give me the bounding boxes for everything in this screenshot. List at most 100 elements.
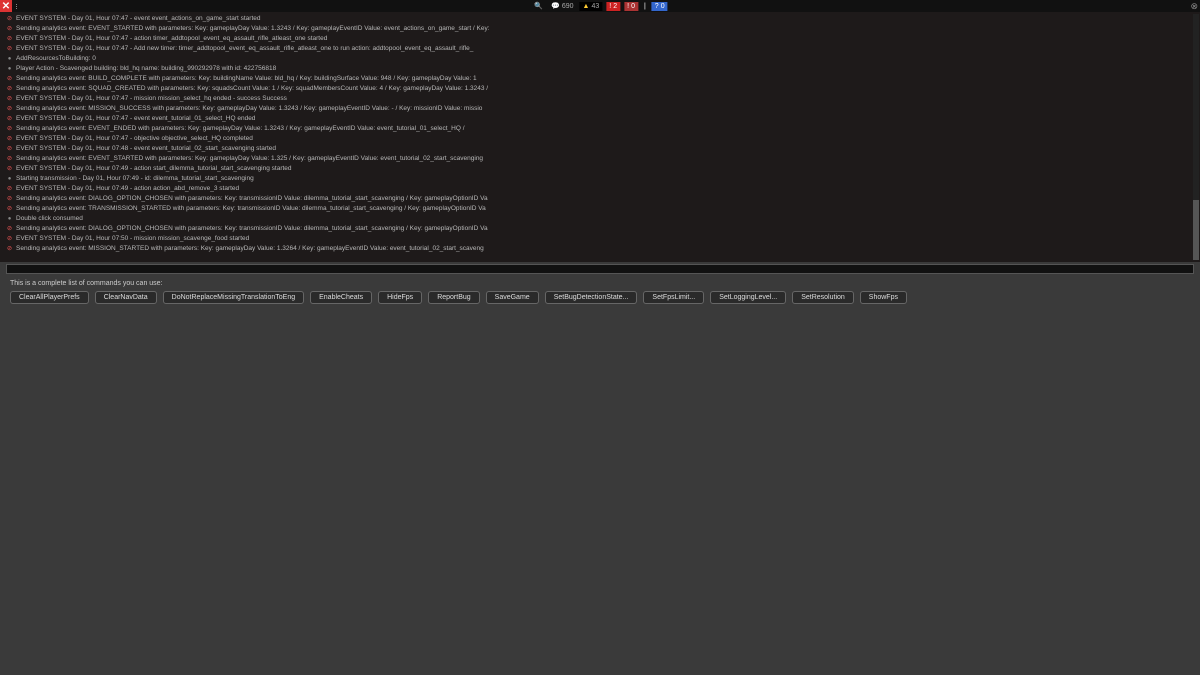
help-count: 0 — [661, 3, 665, 10]
error-counter[interactable]: ! 2 — [606, 2, 620, 11]
command-button-showfps[interactable]: ShowFps — [860, 291, 907, 304]
log-text: Sending analytics event: SQUAD_CREATED w… — [16, 84, 488, 94]
log-text: AddResourcesToBuilding: 0 — [16, 54, 96, 64]
console-input[interactable] — [6, 264, 1194, 274]
chat-count: 690 — [562, 3, 574, 10]
log-line[interactable]: ⊘EVENT SYSTEM - Day 01, Hour 07:47 - Add… — [6, 44, 1194, 54]
log-line[interactable]: ⊘EVENT SYSTEM - Day 01, Hour 07:48 - eve… — [6, 144, 1194, 154]
log-line[interactable]: ⊘Sending analytics event: EVENT_STARTED … — [6, 154, 1194, 164]
command-button-setbugdetectionstate-[interactable]: SetBugDetectionState... — [545, 291, 638, 304]
error-dot-icon: ⊘ — [6, 186, 13, 193]
log-text: EVENT SYSTEM - Day 01, Hour 07:47 - even… — [16, 114, 255, 124]
log-text: Sending analytics event: TRANSMISSION_ST… — [16, 204, 486, 214]
log-line[interactable]: ⊘Sending analytics event: TRANSMISSION_S… — [6, 204, 1194, 214]
log-line[interactable]: ⊘Sending analytics event: EVENT_STARTED … — [6, 24, 1194, 34]
log-text: Player Action - Scavenged building: bld_… — [16, 64, 276, 74]
warning-counter[interactable]: ▲ 43 — [580, 2, 603, 11]
error-dot-icon: ⊘ — [6, 166, 13, 173]
command-button-clearnavdata[interactable]: ClearNavData — [95, 291, 157, 304]
log-text: Starting transmission - Day 01, Hour 07:… — [16, 174, 254, 184]
command-buttons-row: ClearAllPlayerPrefs ClearNavData DoNotRepl… — [10, 291, 1190, 304]
help-counter[interactable]: ? 0 — [652, 2, 668, 11]
log-line[interactable]: ⊘Sending analytics event: MISSION_STARTE… — [6, 244, 1194, 254]
log-text: EVENT SYSTEM - Day 01, Hour 07:47 - obje… — [16, 134, 253, 144]
log-line[interactable]: ⊘Sending analytics event: MISSION_SUCCES… — [6, 104, 1194, 114]
log-text: EVENT SYSTEM - Day 01, Hour 07:47 - acti… — [16, 34, 327, 44]
log-text: Sending analytics event: EVENT_STARTED w… — [16, 24, 490, 34]
info-indicator[interactable]: | — [642, 3, 648, 10]
command-button-savegame[interactable]: SaveGame — [486, 291, 539, 304]
title-bar: ✕ 🔍 💬 690 ▲ 43 ! 2 ! 0 | ? 0 ⊗ — [0, 0, 1200, 12]
log-text: Double click consumed — [16, 214, 83, 224]
command-button-setlogginglevel-[interactable]: SetLoggingLevel... — [710, 291, 786, 304]
command-button-setfpslimit-[interactable]: SetFpsLimit... — [643, 291, 704, 304]
info-dot-icon: ● — [6, 176, 13, 183]
log-line[interactable]: ●AddResourcesToBuilding: 0 — [6, 54, 1194, 64]
command-button-donotreplacemissingtranslationtoeng[interactable]: DoNotReplaceMissingTranslationToEng — [163, 291, 304, 304]
scrollbar-thumb[interactable] — [1193, 200, 1199, 260]
error-dot-icon: ⊘ — [6, 116, 13, 123]
error-dot-icon: ⊘ — [6, 16, 13, 23]
log-line[interactable]: ⊘EVENT SYSTEM - Day 01, Hour 07:47 - mis… — [6, 94, 1194, 104]
error-icon: ! — [609, 3, 611, 10]
error-dot-icon: ⊘ — [6, 206, 13, 213]
error-dot-icon: ⊘ — [6, 36, 13, 43]
error-dot-icon: ⊘ — [6, 196, 13, 203]
log-line[interactable]: ⊘Sending analytics event: BUILD_COMPLETE… — [6, 74, 1194, 84]
log-line[interactable]: ⊘EVENT SYSTEM - Day 01, Hour 07:49 - act… — [6, 184, 1194, 194]
error-dot-icon: ⊘ — [6, 146, 13, 153]
log-text: EVENT SYSTEM - Day 01, Hour 07:47 - Add … — [16, 44, 473, 54]
panel-close-icon[interactable]: ⊗ — [1190, 1, 1198, 12]
chat-counter[interactable]: 💬 690 — [549, 2, 575, 10]
log-line[interactable]: ⊘EVENT SYSTEM - Day 01, Hour 07:50 - mis… — [6, 234, 1194, 244]
close-button[interactable]: ✕ — [0, 0, 12, 12]
error-dot-icon: ⊘ — [6, 236, 13, 243]
log-text: EVENT SYSTEM - Day 01, Hour 07:50 - miss… — [16, 234, 249, 244]
log-text: EVENT SYSTEM - Day 01, Hour 07:49 - acti… — [16, 184, 239, 194]
error2-count: 0 — [631, 3, 635, 10]
error-dot-icon: ⊘ — [6, 96, 13, 103]
log-line[interactable]: ⊘Sending analytics event: EVENT_ENDED wi… — [6, 124, 1194, 134]
log-line[interactable]: ⊘EVENT SYSTEM - Day 01, Hour 07:47 - obj… — [6, 134, 1194, 144]
log-text: Sending analytics event: BUILD_COMPLETE … — [16, 74, 477, 84]
search-icon[interactable]: 🔍 — [532, 2, 545, 10]
log-line[interactable]: ⊘EVENT SYSTEM - Day 01, Hour 07:47 - eve… — [6, 14, 1194, 24]
log-text: EVENT SYSTEM - Day 01, Hour 07:48 - even… — [16, 144, 276, 154]
chat-icon: 💬 — [551, 2, 560, 10]
error2-icon: ! — [627, 3, 629, 10]
error-dot-icon: ⊘ — [6, 106, 13, 113]
log-line[interactable]: ●Player Action - Scavenged building: bld… — [6, 64, 1194, 74]
log-line[interactable]: ⊘EVENT SYSTEM - Day 01, Hour 07:47 - eve… — [6, 114, 1194, 124]
command-button-reportbug[interactable]: ReportBug — [428, 291, 479, 304]
log-text: Sending analytics event: DIALOG_OPTION_C… — [16, 224, 488, 234]
console-log-panel: ⊘EVENT SYSTEM - Day 01, Hour 07:47 - eve… — [0, 12, 1200, 262]
command-button-hidefps[interactable]: HideFps — [378, 291, 422, 304]
log-text: EVENT SYSTEM - Day 01, Hour 07:47 - even… — [16, 14, 260, 24]
info-dot-icon: ● — [6, 66, 13, 73]
error-dot-icon: ⊘ — [6, 226, 13, 233]
log-line[interactable]: ⊘Sending analytics event: SQUAD_CREATED … — [6, 84, 1194, 94]
error-dot-icon: ⊘ — [6, 76, 13, 83]
log-line[interactable]: ⊘EVENT SYSTEM - Day 01, Hour 07:47 - act… — [6, 34, 1194, 44]
log-line[interactable]: ●Starting transmission - Day 01, Hour 07… — [6, 174, 1194, 184]
info-icon: | — [644, 3, 646, 10]
log-text: Sending analytics event: MISSION_STARTED… — [16, 244, 484, 254]
command-button-clearallplayerprefs[interactable]: ClearAllPlayerPrefs — [10, 291, 89, 304]
log-line[interactable]: ⊘EVENT SYSTEM - Day 01, Hour 07:49 - act… — [6, 164, 1194, 174]
log-line[interactable]: ●Double click consumed — [6, 214, 1194, 224]
error-dot-icon: ⊘ — [6, 156, 13, 163]
warning-count: 43 — [591, 3, 599, 10]
log-line[interactable]: ⊘Sending analytics event: DIALOG_OPTION_… — [6, 194, 1194, 204]
info-dot-icon: ● — [6, 56, 13, 63]
drag-handle-icon[interactable] — [16, 4, 17, 9]
error-dot-icon: ⊘ — [6, 86, 13, 93]
command-button-setresolution[interactable]: SetResolution — [792, 291, 854, 304]
log-scrollbar[interactable] — [1193, 14, 1199, 260]
error2-counter[interactable]: ! 0 — [624, 2, 638, 11]
error-dot-icon: ⊘ — [6, 136, 13, 143]
commands-hint: This is a complete list of commands you … — [10, 280, 1190, 287]
log-line[interactable]: ⊘Sending analytics event: DIALOG_OPTION_… — [6, 224, 1194, 234]
info-dot-icon: ● — [6, 216, 13, 223]
warning-icon: ▲ — [583, 3, 590, 10]
command-button-enablecheats[interactable]: EnableCheats — [310, 291, 372, 304]
